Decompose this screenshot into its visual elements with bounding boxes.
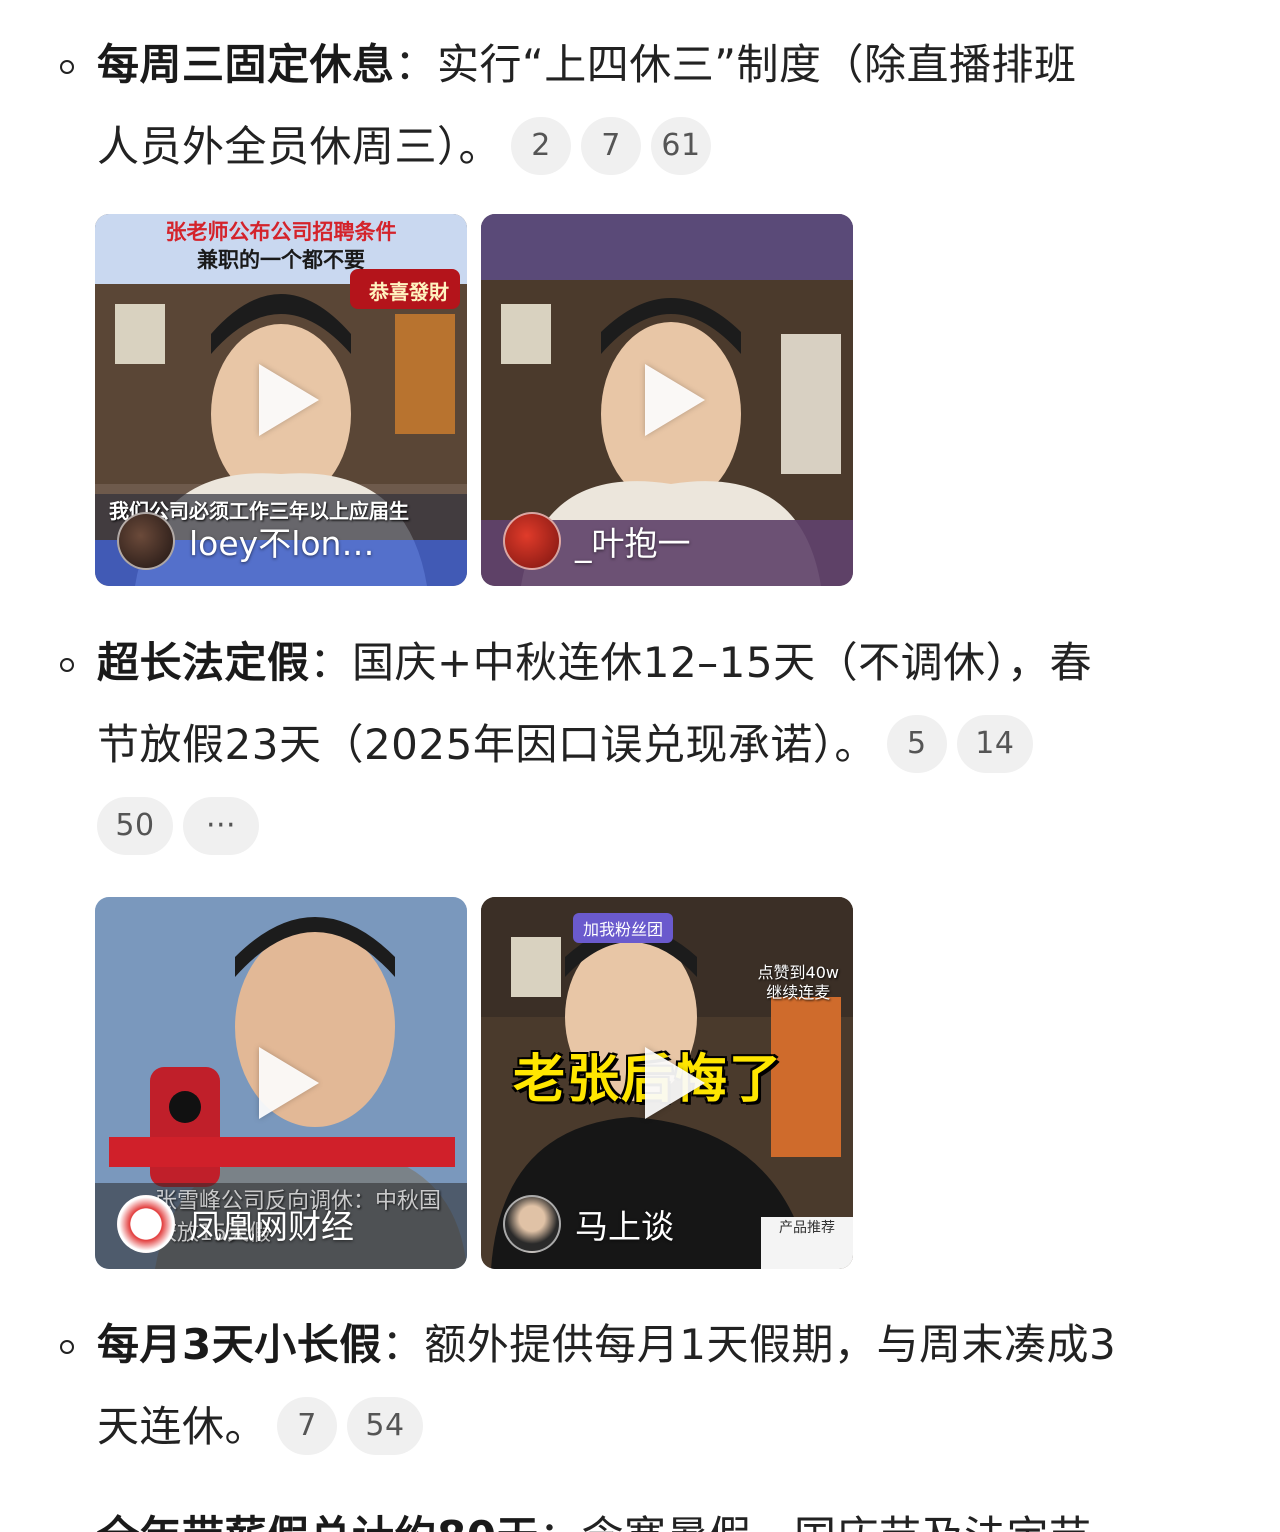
list-item-body: 人员外全员休周三）。 xyxy=(97,122,502,171)
avatar xyxy=(503,512,561,570)
video-card[interactable]: 张雪峰公司反向调休：中秋国庆放15天假 凤凰网财经 xyxy=(95,897,467,1269)
avatar xyxy=(117,1195,175,1253)
avatar xyxy=(117,512,175,570)
reference-badge[interactable]: 54 xyxy=(347,1396,424,1455)
video-card[interactable]: _叶抱一 xyxy=(481,214,853,586)
bullet-dot xyxy=(60,1340,74,1354)
play-icon[interactable] xyxy=(645,1047,705,1119)
page: 每周三固定休息：实行“上四休三”制度（除直播排班 人员外全员休周三）。 2 7 61 … xyxy=(0,0,1280,1532)
play-icon[interactable] xyxy=(645,364,705,436)
reference-badge[interactable]: 2 xyxy=(511,116,572,175)
more-references-button[interactable]: ··· xyxy=(183,796,259,855)
list-item-text: 每周三固定休息：实行“上四休三”制度（除直播排班 人员外全员休周三）。 2 7 61 xyxy=(97,24,1224,188)
list-item-body: 国庆+中秋连休12–15天（不调休），春 xyxy=(352,638,1093,687)
video-author[interactable]: _叶抱一 xyxy=(503,512,691,570)
list-item-body: ：含寒暑假、国庆节及法定节 xyxy=(539,1512,1092,1532)
stamp-text: 恭喜發財 xyxy=(369,280,449,304)
video-author[interactable]: loey不lon… xyxy=(117,512,374,570)
product-label: 产品推荐 xyxy=(779,1220,835,1236)
bullet-dot xyxy=(60,658,74,672)
avatar xyxy=(503,1195,561,1253)
video-row: 张雪峰公司反向调休：中秋国庆放15天假 凤凰网财经 加我粉丝团 点赞到40w 继… xyxy=(95,897,855,1269)
video-card[interactable]: 张老师公布公司招聘条件 兼职的一个都不要 恭喜發財 我们公司必须工作三年以上应届… xyxy=(95,214,467,586)
reference-badge[interactable]: 5 xyxy=(886,714,947,773)
fan-club-badge: 加我粉丝团 xyxy=(573,913,674,943)
list-item-body: 天连休。 xyxy=(97,1402,268,1451)
list-item-title: 每月3天小长假 xyxy=(97,1320,382,1369)
reference-badge[interactable]: 61 xyxy=(651,116,712,175)
bullet-dot xyxy=(60,60,74,74)
list-item-body: 额外提供每月1天假期，与周末凑成3 xyxy=(424,1320,1117,1369)
video-row: 张老师公布公司招聘条件 兼职的一个都不要 恭喜發財 我们公司必须工作三年以上应届… xyxy=(95,214,855,586)
play-icon[interactable] xyxy=(259,364,319,436)
reference-badge[interactable]: 7 xyxy=(277,1396,338,1455)
list-item-body: 节放假23天（2025年因口误兑现承诺）。 xyxy=(97,720,877,769)
list-item-text: 每月3天小长假：额外提供每月1天假期，与周末凑成3 天连休。 7 54 xyxy=(97,1304,1224,1468)
like-goal-badge: 点赞到40w 继续连麦 xyxy=(757,963,839,1002)
list-item-text: 全年带薪假总计约80天：含寒暑假、国庆节及法定节 xyxy=(97,1496,1224,1532)
list-item-text: 超长法定假：国庆+中秋连休12–15天（不调休），春 节放假23天（2025年因… xyxy=(97,622,1224,868)
play-icon[interactable] xyxy=(259,1047,319,1119)
list-item-title: 全年带薪假总计约80天 xyxy=(97,1512,539,1532)
video-author[interactable]: 马上谈 xyxy=(503,1195,674,1253)
list-item-body: 实行“上四休三”制度（除直播排班 xyxy=(437,40,1077,89)
list-item-title: 每周三固定休息 xyxy=(97,40,395,89)
video-author[interactable]: 凤凰网财经 xyxy=(117,1195,354,1253)
video-card[interactable]: 加我粉丝团 点赞到40w 继续连麦 老张后悔了 产品推荐 马上谈 xyxy=(481,897,853,1269)
video-title-overlay: 张老师公布公司招聘条件 兼职的一个都不要 xyxy=(165,220,397,272)
reference-badge[interactable]: 14 xyxy=(956,714,1033,773)
reference-badge[interactable]: 7 xyxy=(581,116,642,175)
reference-badge[interactable]: 50 xyxy=(97,796,173,855)
list-item-title: 超长法定假 xyxy=(97,638,310,687)
